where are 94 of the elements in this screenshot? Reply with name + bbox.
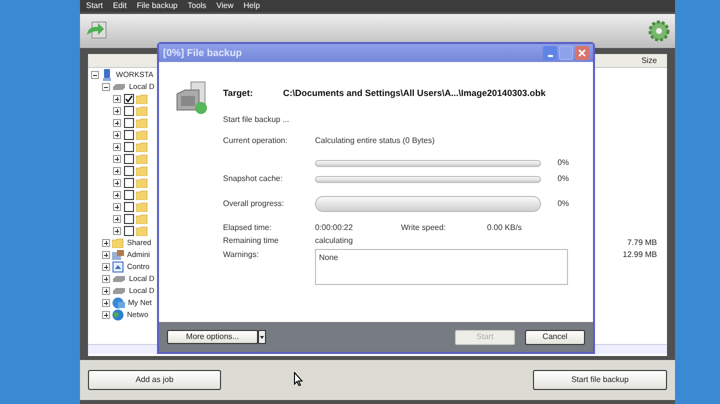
size-cell: 7.79 MB <box>627 237 657 249</box>
expand-icon[interactable] <box>113 107 121 115</box>
expand-icon[interactable] <box>102 251 110 259</box>
operation-label: Current operation: <box>223 135 288 147</box>
menu-item[interactable]: View <box>216 0 234 12</box>
elapsed-label: Elapsed time: <box>223 222 272 234</box>
progress-label: Snapshot cache: <box>223 173 283 185</box>
elapsed-value: 0:00:00:22 <box>315 222 354 234</box>
checkbox[interactable] <box>124 118 134 128</box>
checkbox[interactable] <box>124 226 134 236</box>
collapse-icon[interactable] <box>102 83 110 91</box>
cancel-button[interactable]: Cancel <box>525 330 585 344</box>
folder-icon <box>136 202 148 212</box>
check-icon <box>125 95 133 103</box>
expand-icon[interactable] <box>113 95 121 103</box>
checkbox[interactable] <box>124 142 134 152</box>
folder-icon <box>136 106 148 116</box>
checkbox[interactable] <box>124 178 134 188</box>
checkbox[interactable] <box>124 154 134 164</box>
remaining-label: Remaining time <box>223 235 280 247</box>
expand-icon[interactable] <box>113 155 121 163</box>
checkbox[interactable] <box>124 94 134 104</box>
gear-icon[interactable] <box>647 19 671 43</box>
folder-icon <box>136 190 148 200</box>
menu-item[interactable]: Tools <box>188 0 206 12</box>
minimize-button[interactable] <box>543 46 557 60</box>
warnings-label: Warnings: <box>223 249 260 261</box>
target-path: C:\Documents and Settings\All Users\A...\Image20140303.obk <box>283 87 546 100</box>
status-text: Start file backup ... <box>223 114 290 126</box>
checkbox[interactable] <box>124 130 134 140</box>
expand-icon[interactable] <box>113 215 121 223</box>
expand-icon[interactable] <box>113 167 121 175</box>
checkbox[interactable] <box>124 214 134 224</box>
progress-reading: 0% <box>557 198 569 210</box>
menu-item[interactable]: File backup <box>136 0 178 12</box>
target-label: Target: <box>223 87 254 100</box>
progress-reading: 0% <box>557 173 569 185</box>
dialog-title: [0%] File backup <box>163 46 242 60</box>
control-panel-icon <box>112 261 124 273</box>
menu-item[interactable]: Edit <box>112 0 127 12</box>
checkbox[interactable] <box>124 166 134 176</box>
network-icon <box>112 297 125 309</box>
operation-value: Calculating entire status (0 Bytes) <box>315 135 435 147</box>
checkbox[interactable] <box>124 106 134 116</box>
folder-icon <box>136 118 148 128</box>
checkbox[interactable] <box>124 202 134 212</box>
speed-label: Write speed: <box>401 222 447 234</box>
expand-icon[interactable] <box>113 179 121 187</box>
expand-icon[interactable] <box>113 203 121 211</box>
add-as-job-button[interactable]: Add as job <box>88 370 221 390</box>
expand-icon[interactable] <box>113 131 121 139</box>
start-file-backup-button[interactable]: Start file backup <box>533 370 667 390</box>
expand-icon[interactable] <box>102 275 110 283</box>
expand-icon[interactable] <box>102 239 110 247</box>
drive-icon <box>112 275 126 283</box>
size-cell: 12.99 MB <box>622 249 657 261</box>
folder-icon <box>136 142 148 152</box>
speed-value: 0.00 KB/s <box>487 222 522 234</box>
menu-item[interactable]: Help <box>244 0 260 12</box>
folder-icon <box>136 130 148 140</box>
collapse-icon[interactable] <box>91 71 99 79</box>
folder-icon <box>136 226 148 236</box>
folder-icon <box>136 214 148 224</box>
expand-icon[interactable] <box>113 191 121 199</box>
computer-icon <box>101 69 113 81</box>
expand-icon[interactable] <box>113 119 121 127</box>
progress-label: Overall progress: <box>223 198 284 210</box>
expand-icon[interactable] <box>102 311 110 319</box>
close-button[interactable] <box>575 46 589 60</box>
drive-icon <box>112 287 126 295</box>
expand-icon[interactable] <box>102 299 110 307</box>
folder-icon <box>136 178 148 188</box>
warnings-box: None <box>315 249 568 285</box>
folder-icon <box>136 154 148 164</box>
drive-icon <box>112 83 126 91</box>
folder-icon <box>136 94 148 104</box>
expand-icon[interactable] <box>102 287 110 295</box>
remaining-value: calculating <box>315 235 353 247</box>
checkbox[interactable] <box>124 190 134 200</box>
close-icon <box>578 49 586 57</box>
tools-icon <box>112 250 124 260</box>
folder-icon <box>112 238 124 248</box>
expand-icon[interactable] <box>113 143 121 151</box>
mouse-cursor-icon <box>294 372 303 386</box>
size-header: Size <box>641 54 657 66</box>
globe-icon <box>112 309 124 321</box>
folder-icon <box>136 166 148 176</box>
more-options-button[interactable]: More options... <box>167 330 258 344</box>
caret-icon <box>260 336 264 338</box>
expand-icon[interactable] <box>113 227 121 235</box>
menu-item[interactable]: Start <box>86 0 103 12</box>
dropdown-button[interactable] <box>258 330 266 344</box>
progress-reading: 0% <box>557 157 569 169</box>
expand-icon[interactable] <box>102 263 110 271</box>
